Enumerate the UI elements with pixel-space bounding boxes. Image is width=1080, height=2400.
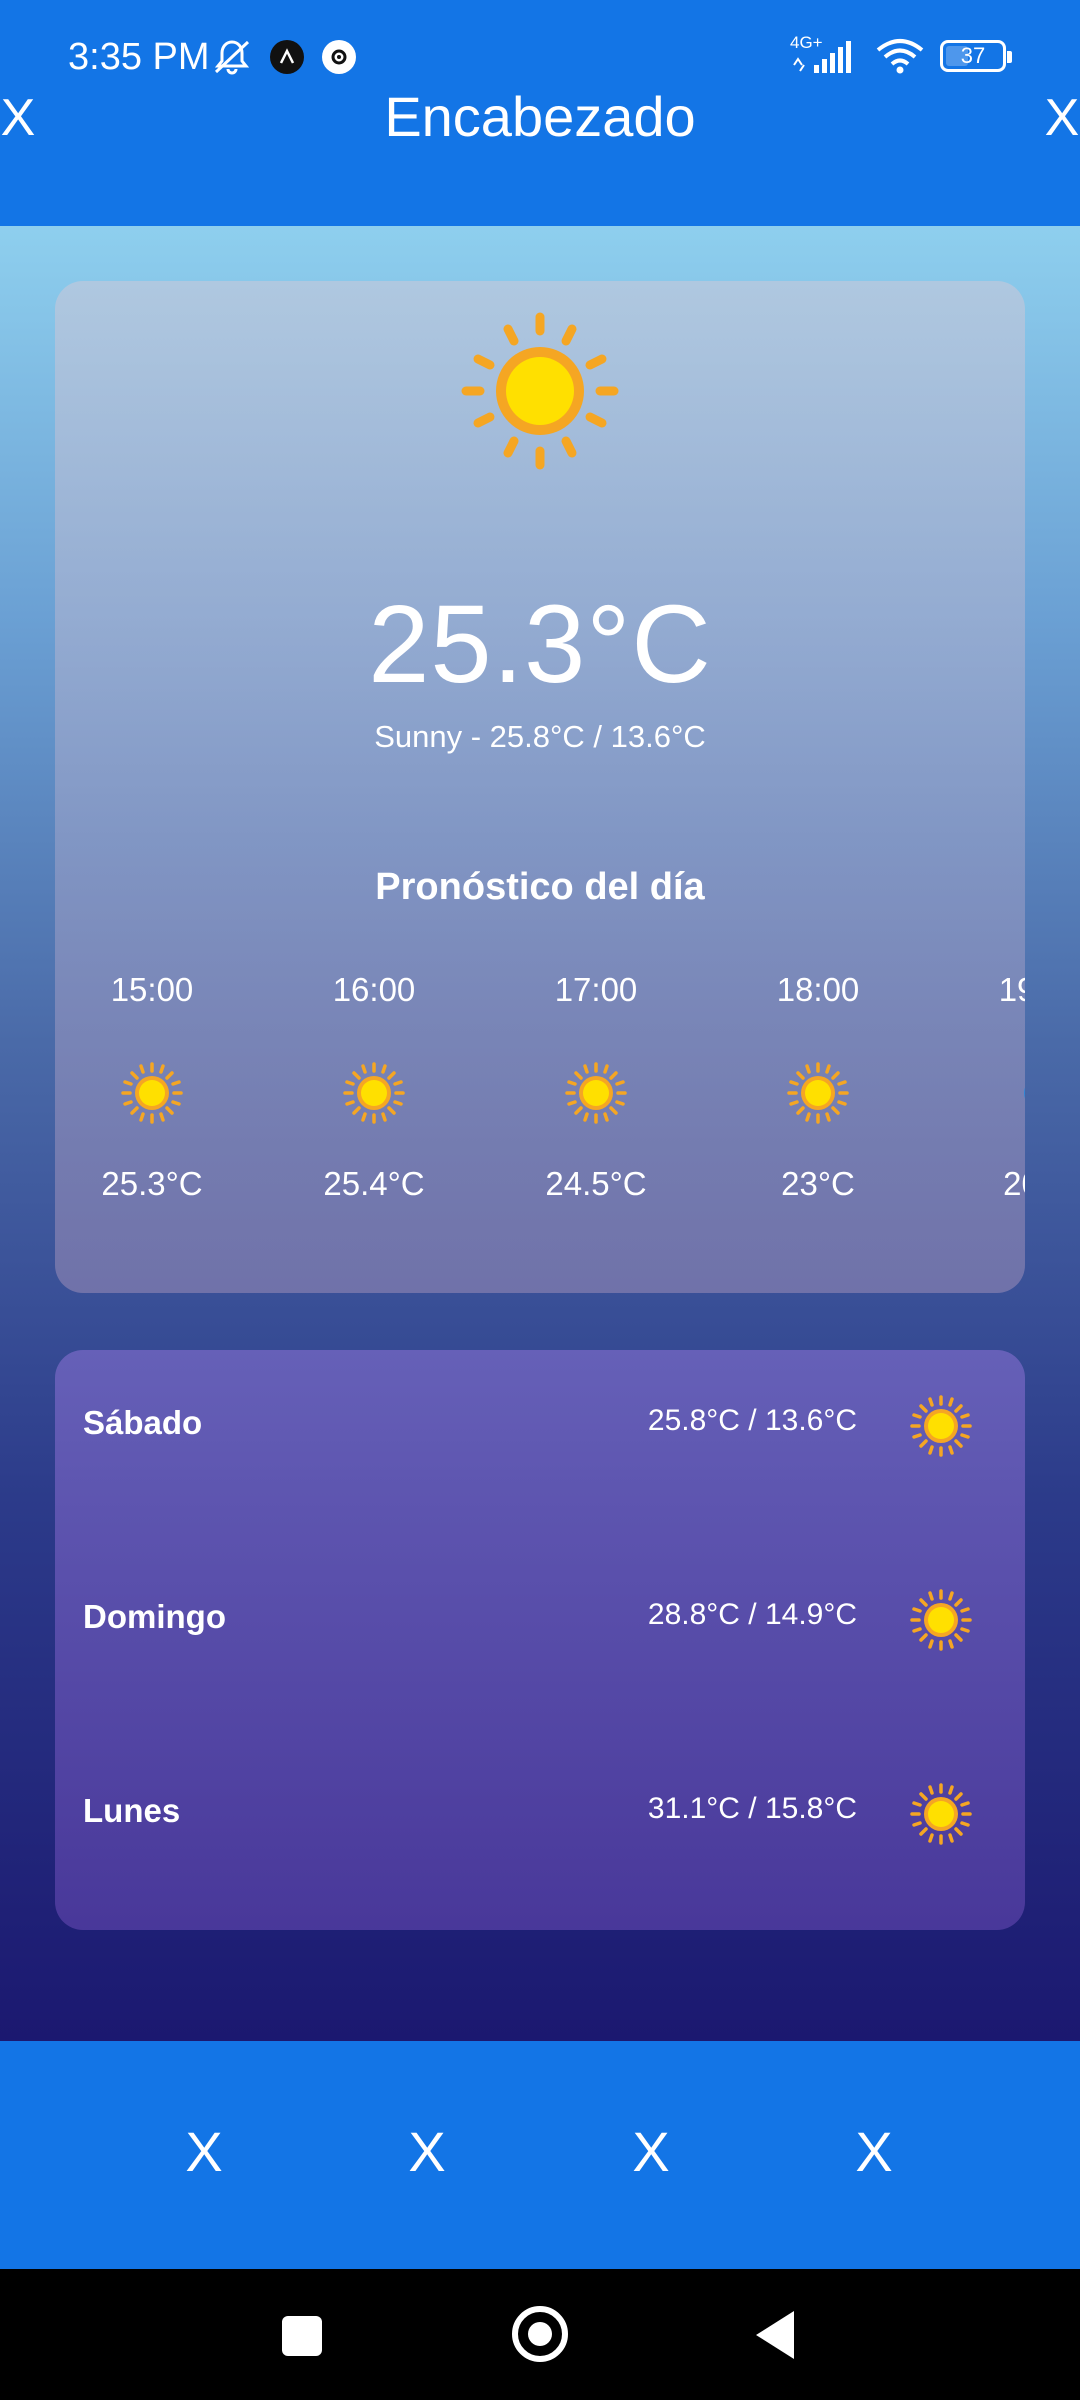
sun-icon (121, 1062, 183, 1124)
day-range: 28.8°C / 14.9°C (647, 1598, 857, 1631)
status-right-icons: 4G+ 37 (790, 33, 1012, 76)
status-left-icons (212, 38, 356, 76)
hourly-item: 18:00 23°C (738, 971, 898, 1203)
header-right-button[interactable]: X (1044, 88, 1080, 148)
hourly-item: 19:00 20°C (960, 971, 1025, 1203)
recents-button[interactable] (282, 2316, 322, 2356)
sun-icon (461, 312, 619, 470)
hour-temp: 25.4°C (323, 1165, 425, 1202)
bottom-nav-button-2[interactable]: X (387, 2119, 467, 2184)
day-range: 31.1°C / 15.8°C (647, 1792, 857, 1825)
bottom-nav-button-4[interactable]: X (834, 2119, 914, 2184)
mute-bell-icon (214, 40, 250, 75)
day-name: Sábado (83, 1404, 203, 1441)
signal-icon: 4G+ (790, 33, 860, 75)
app-header: 3:35 PM 4G+ 37 X Encabezado X (0, 0, 1080, 226)
sun-icon (910, 1783, 972, 1845)
moon-icon (1024, 1087, 1025, 1099)
battery-level: 37 (960, 43, 986, 68)
hour-time: 19:00 (998, 971, 1025, 1008)
home-button[interactable] (512, 2306, 568, 2362)
current-temperature: 25.3°C (368, 583, 712, 706)
hour-temp: 25.3°C (101, 1165, 203, 1202)
hour-time: 18:00 (776, 971, 860, 1008)
day-range: 25.8°C / 13.6°C (647, 1404, 857, 1437)
current-description: Sunny - 25.8°C / 13.6°C (374, 719, 706, 754)
bottom-navigation: X X X X (0, 2041, 1080, 2269)
sun-icon (910, 1395, 972, 1457)
hour-time: 15:00 (110, 971, 194, 1008)
sun-icon (910, 1589, 972, 1651)
day-name: Domingo (83, 1598, 226, 1635)
day-name: Lunes (83, 1792, 181, 1829)
battery-icon: 37 (940, 40, 1012, 72)
hourly-item: 15:00 25.3°C (72, 971, 232, 1203)
hourly-item: 16:00 25.4°C (294, 971, 454, 1203)
page-title: Encabezado (384, 85, 696, 148)
main-content: 25.3°C Sunny - 25.8°C / 13.6°C Pronóstic… (0, 226, 1080, 2041)
app-notification-icon (270, 40, 304, 74)
forecast-title: Pronóstico del día (375, 866, 705, 908)
current-weather-card: 25.3°C Sunny - 25.8°C / 13.6°C Pronóstic… (55, 281, 1025, 1293)
hour-temp: 20°C (1003, 1165, 1025, 1202)
hour-time: 16:00 (332, 971, 416, 1008)
daily-row: Domingo 28.8°C / 14.9°C (55, 1580, 1025, 1660)
wifi-icon (876, 39, 924, 74)
status-time: 3:35 PM (68, 36, 210, 78)
system-navigation-bar (0, 2269, 1080, 2400)
hourly-forecast-list[interactable]: 15:00 25.3°C 16:00 25.4°C 17:00 24.5°C 1… (55, 971, 1025, 1221)
daily-row: Sábado 25.8°C / 13.6°C (55, 1386, 1025, 1466)
daily-forecast-card: Sábado 25.8°C / 13.6°C Domingo 28.8°C / … (55, 1350, 1025, 1930)
sun-icon (343, 1062, 405, 1124)
hour-temp: 24.5°C (545, 1165, 647, 1202)
hourly-item: 17:00 24.5°C (516, 971, 676, 1203)
hour-time: 17:00 (554, 971, 638, 1008)
back-button[interactable] (756, 2311, 794, 2359)
hour-temp: 23°C (781, 1165, 855, 1202)
daily-row: Lunes 31.1°C / 15.8°C (55, 1774, 1025, 1854)
sun-icon (565, 1062, 627, 1124)
sun-icon (787, 1062, 849, 1124)
bottom-nav-button-3[interactable]: X (611, 2119, 691, 2184)
settings-notification-icon (322, 40, 356, 74)
bottom-nav-button-1[interactable]: X (164, 2119, 244, 2184)
